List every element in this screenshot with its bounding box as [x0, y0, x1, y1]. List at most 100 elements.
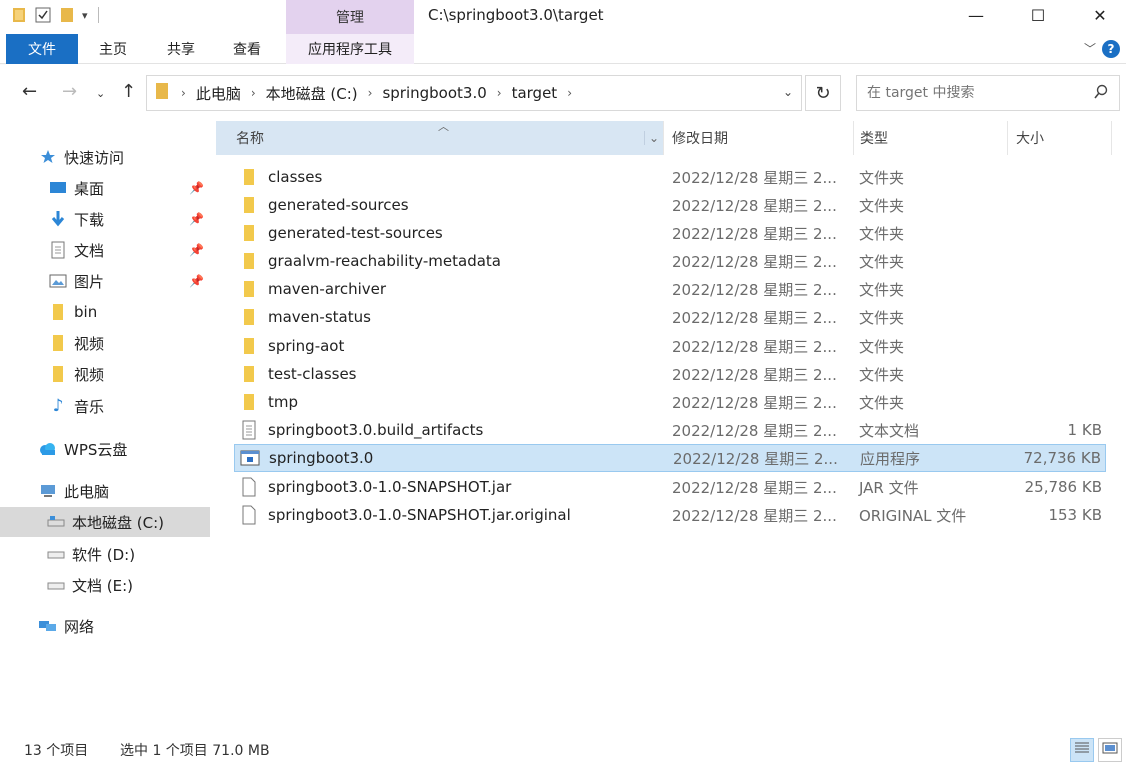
minimize-button[interactable]: — [946, 0, 1006, 30]
nav-drive-d[interactable]: 软件 (D:) [0, 539, 210, 569]
status-bar: 13 个项目 选中 1 个项目 71.0 MB [0, 731, 1126, 768]
search-icon[interactable] [1093, 84, 1109, 104]
search-box[interactable] [856, 75, 1120, 111]
file-row[interactable]: classes 2022/12/28 星期三 2... 文件夹 [234, 163, 1106, 191]
chevron-right-icon[interactable]: › [251, 86, 256, 100]
nav-drive-e[interactable]: 文档 (E:) [0, 570, 210, 600]
nav-network[interactable]: 网络 [0, 611, 210, 641]
breadcrumb: › 此电脑 › 本地磁盘 (C:) › springboot3.0 › targ… [181, 83, 582, 104]
file-row[interactable]: maven-archiver 2022/12/28 星期三 2... 文件夹 [234, 275, 1106, 303]
new-folder-icon[interactable] [58, 6, 76, 24]
tab-view[interactable]: 查看 [220, 34, 274, 64]
nav-item-label: 桌面 [74, 179, 105, 198]
chevron-right-icon[interactable]: › [181, 86, 186, 100]
nav-pictures[interactable]: 图片 📌 [0, 266, 210, 296]
properties-icon[interactable] [34, 6, 52, 24]
breadcrumb-target[interactable]: target [512, 84, 558, 102]
ribbon-tabs: 文件 主页 共享 查看 应用程序工具 ﹀ ? [0, 34, 1126, 64]
nav-quick-access[interactable]: 快速访问 [0, 142, 210, 172]
file-row[interactable]: springboot3.0.build_artifacts 2022/12/28… [234, 416, 1106, 444]
folder-icon[interactable] [10, 6, 28, 24]
drive-icon [46, 513, 66, 531]
nav-desktop[interactable]: 桌面 📌 [0, 173, 210, 203]
pin-icon[interactable]: 📌 [189, 274, 204, 288]
chevron-down-icon[interactable]: ⌄ [783, 85, 793, 99]
recent-locations-icon[interactable]: ⌄ [96, 87, 105, 100]
nav-drive-c[interactable]: 本地磁盘 (C:) [0, 507, 210, 537]
file-row[interactable]: maven-status 2022/12/28 星期三 2... 文件夹 [234, 303, 1106, 331]
file-row[interactable]: springboot3.0-1.0-SNAPSHOT.jar 2022/12/2… [234, 473, 1106, 501]
file-row[interactable]: springboot3.0-1.0-SNAPSHOT.jar.original … [234, 501, 1106, 529]
nav-videos-1[interactable]: 视频 [0, 328, 210, 358]
file-row[interactable]: graalvm-reachability-metadata 2022/12/28… [234, 247, 1106, 275]
nav-documents[interactable]: 文档 📌 [0, 235, 210, 265]
nav-this-pc[interactable]: 此电脑 [0, 476, 210, 506]
nav-item-label: WPS云盘 [64, 440, 128, 459]
up-icon[interactable]: ↑ [121, 81, 136, 102]
file-row-selected[interactable]: springboot3.0 2022/12/28 星期三 2... 应用程序 7… [234, 444, 1106, 472]
tab-home[interactable]: 主页 [86, 34, 140, 64]
tab-share[interactable]: 共享 [154, 34, 208, 64]
customize-toolbar-icon[interactable]: ▾ [82, 9, 88, 22]
refresh-button[interactable]: ↻ [805, 75, 841, 111]
picture-icon [48, 272, 68, 290]
expand-ribbon-icon[interactable]: ﹀ [1084, 40, 1096, 57]
breadcrumb-this-pc[interactable]: 此电脑 [196, 83, 241, 104]
file-type: 文件夹 [859, 224, 905, 243]
tab-application-tools[interactable]: 应用程序工具 [286, 34, 414, 64]
close-button[interactable]: ✕ [1070, 0, 1126, 30]
pin-icon[interactable]: 📌 [189, 243, 204, 257]
nav-item-label: 视频 [74, 365, 105, 384]
pin-icon[interactable]: 📌 [189, 181, 204, 195]
folder-icon [48, 334, 68, 352]
file-row[interactable]: generated-test-sources 2022/12/28 星期三 2.… [234, 219, 1106, 247]
search-input[interactable] [867, 85, 1077, 101]
column-type[interactable]: 类型 [854, 121, 1008, 155]
chevron-right-icon[interactable]: › [567, 86, 572, 100]
breadcrumb-drive-c[interactable]: 本地磁盘 (C:) [266, 83, 358, 104]
nav-item-label: 音乐 [74, 397, 105, 416]
column-date[interactable]: 修改日期 [664, 121, 854, 155]
folder-icon [238, 223, 260, 243]
details-view-button[interactable] [1070, 738, 1094, 762]
chevron-down-icon[interactable]: ⌄ [643, 131, 659, 145]
file-row[interactable]: generated-sources 2022/12/28 星期三 2... 文件… [234, 191, 1106, 219]
maximize-button[interactable]: ☐ [1008, 0, 1068, 30]
file-date: 2022/12/28 星期三 2... [672, 478, 837, 497]
chevron-right-icon[interactable]: › [497, 86, 502, 100]
column-date-label: 修改日期 [672, 131, 728, 147]
nav-music[interactable]: ♪ 音乐 [0, 391, 210, 421]
column-name-label: 名称 [236, 131, 264, 147]
file-row[interactable]: tmp 2022/12/28 星期三 2... 文件夹 [234, 388, 1106, 416]
tab-file[interactable]: 文件 [6, 34, 78, 64]
large-icons-view-button[interactable] [1098, 738, 1122, 762]
nav-item-label: 视频 [74, 334, 105, 353]
nav-downloads[interactable]: 下载 📌 [0, 204, 210, 234]
help-icon[interactable]: ? [1102, 40, 1120, 58]
network-icon [38, 617, 58, 635]
chevron-right-icon[interactable]: › [368, 86, 373, 100]
file-name: generated-test-sources [268, 224, 443, 242]
folder-icon [238, 336, 260, 356]
breadcrumb-springboot[interactable]: springboot3.0 [382, 84, 486, 102]
nav-item-label: 软件 (D:) [72, 545, 136, 564]
file-row[interactable]: spring-aot 2022/12/28 星期三 2... 文件夹 [234, 332, 1106, 360]
download-icon [48, 210, 68, 228]
file-row[interactable]: test-classes 2022/12/28 星期三 2... 文件夹 [234, 360, 1106, 388]
file-type: 文件夹 [859, 196, 905, 215]
address-bar[interactable]: › 此电脑 › 本地磁盘 (C:) › springboot3.0 › targ… [146, 75, 802, 111]
file-size: 72,736 KB [1023, 449, 1101, 467]
nav-item-label: 下载 [74, 210, 105, 229]
column-name[interactable]: ︿ 名称 ⌄ [216, 120, 664, 155]
pin-icon[interactable]: 📌 [189, 212, 204, 226]
forward-icon[interactable]: → [62, 81, 77, 102]
column-size[interactable]: 大小 [1008, 121, 1112, 155]
nav-wps-cloud[interactable]: WPS云盘 [0, 434, 210, 464]
file-name: graalvm-reachability-metadata [268, 252, 501, 270]
file-name: maven-archiver [268, 280, 387, 298]
refresh-icon: ↻ [815, 82, 831, 104]
nav-bin[interactable]: bin [0, 297, 210, 327]
nav-videos-2[interactable]: 视频 [0, 359, 210, 389]
back-icon[interactable]: ← [22, 81, 37, 102]
file-date: 2022/12/28 星期三 2... [672, 280, 837, 299]
